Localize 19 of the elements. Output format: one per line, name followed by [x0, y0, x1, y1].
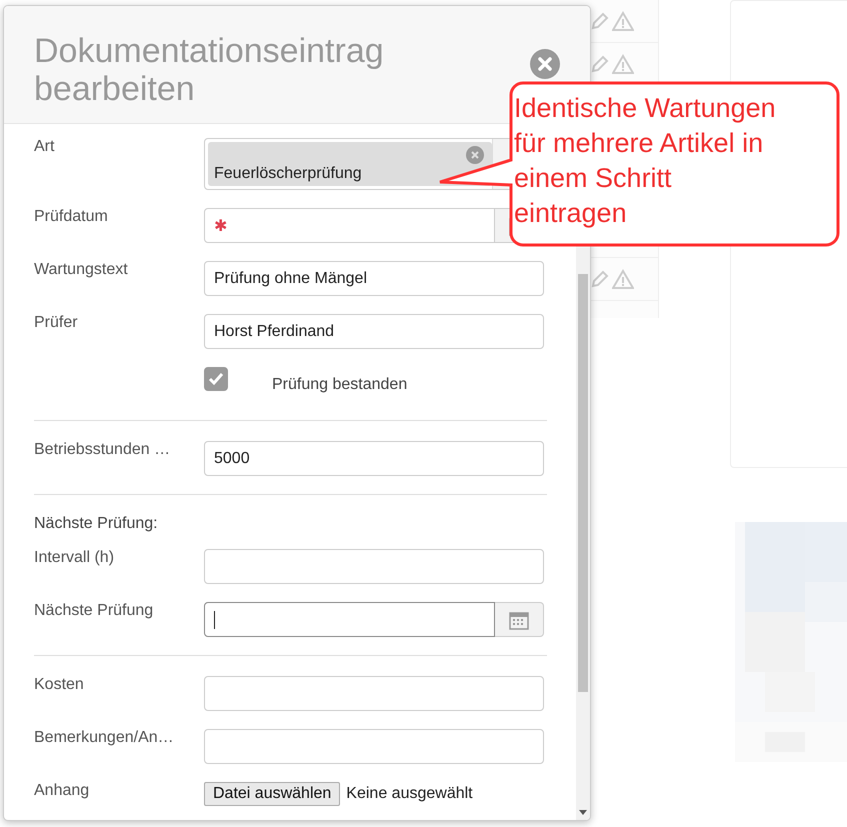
field-label: Kosten — [34, 676, 85, 694]
field-label: Anhang — [34, 782, 90, 800]
input-field[interactable]: Horst Pferdinand — [204, 314, 544, 349]
field-label: Intervall (h) — [34, 549, 116, 567]
file-status: Keine ausgewählt — [346, 785, 473, 803]
input-field[interactable]: 5000 — [204, 441, 544, 476]
input-field[interactable]: Prüfung ohne Mängel — [204, 261, 544, 296]
required-mark: ✱ — [214, 216, 227, 236]
field-label: Prüfdatum — [34, 208, 109, 226]
dialog-title: Dokumentationseintrag bearbeiten — [34, 32, 385, 108]
section-heading: Nächste Prüfung: — [34, 515, 159, 533]
field-label: Prüfer — [34, 314, 79, 332]
field-label: Wartungstext — [34, 261, 129, 279]
field-label: Art — [34, 138, 56, 156]
field-label: Betriebsstunden … — [34, 441, 172, 459]
choose-file-button[interactable]: Datei auswählen — [204, 782, 340, 806]
field-label: Bemerkungen/An… — [34, 729, 175, 747]
field-label: Nächste Prüfung — [34, 602, 154, 620]
checkbox-label: Prüfung bestanden — [272, 376, 408, 394]
